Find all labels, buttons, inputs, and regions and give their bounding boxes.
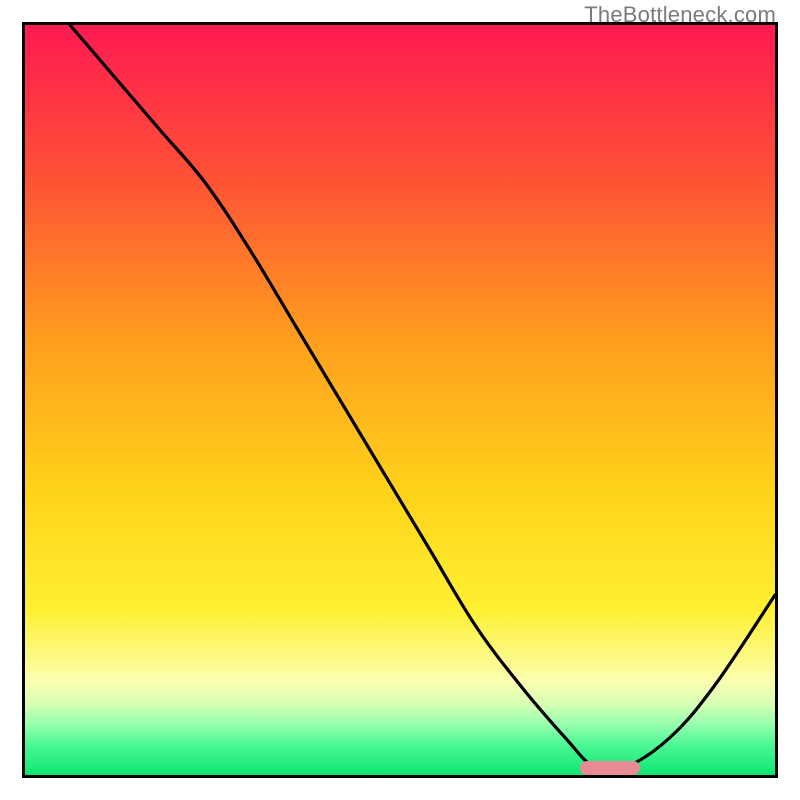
watermark-text: TheBottleneck.com [584, 2, 776, 28]
chart-frame [22, 22, 778, 778]
bottleneck-curve [25, 25, 775, 775]
optimal-range-marker [580, 761, 640, 775]
